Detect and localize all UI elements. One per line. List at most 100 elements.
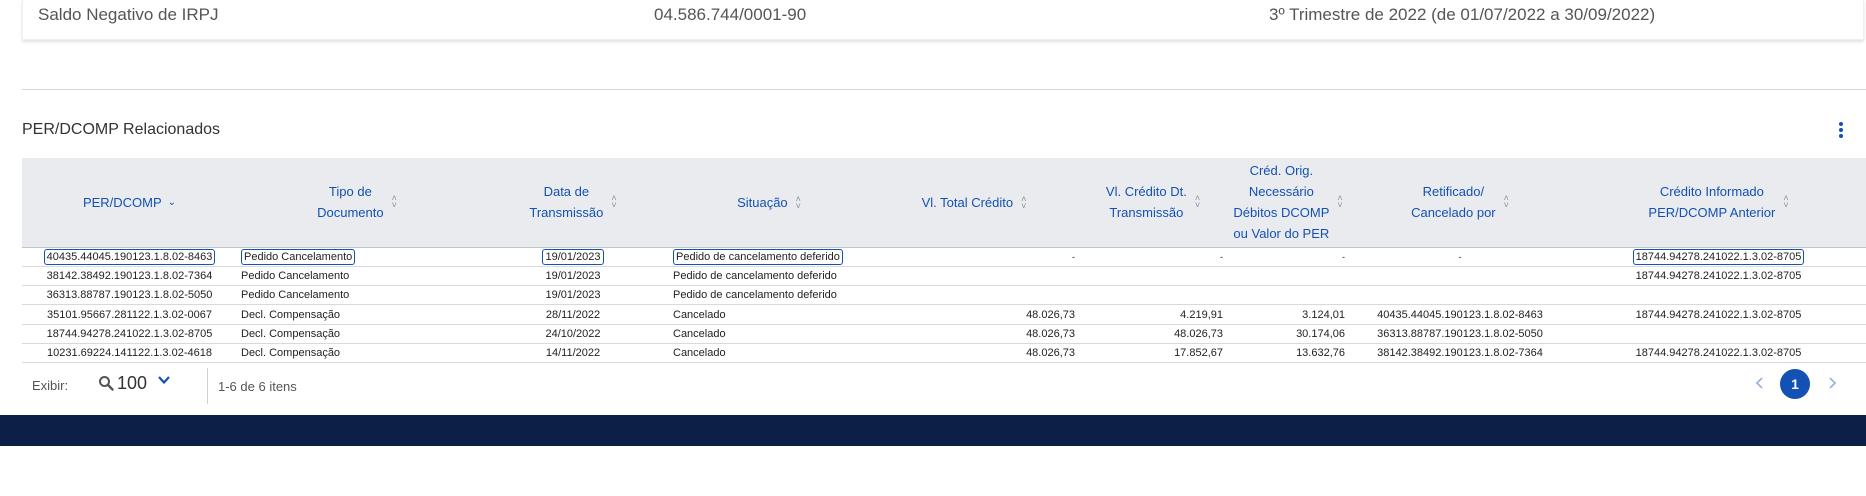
chevron-left-icon[interactable] — [1752, 375, 1768, 391]
col-data-transmissao-cell: 14/11/2022 — [477, 343, 669, 364]
table-footer: Exibir: 100 1-6 de 6 itens 1 — [22, 364, 1866, 408]
sort-icon[interactable]: ˄ ˅ — [1504, 194, 1509, 210]
col-cred-orig-necessario-header[interactable]: Créd. Orig. Necessário Débitos DCOMP ou … — [1227, 158, 1349, 247]
sort-icon[interactable]: ˄ ˅ — [1783, 194, 1788, 210]
col-cred-orig-necessario-cell: 13.632,76 — [1227, 343, 1349, 364]
col-vl-credito-dt-transmissao-cell: 4.219,91 — [1079, 304, 1227, 325]
cell-value[interactable]: 19/01/2023 — [542, 248, 604, 265]
cell-value: Decl. Compensação — [241, 327, 341, 340]
col-retificado-cancelado-header[interactable]: Retificado/ Cancelado por ˄ ˅ — [1349, 158, 1571, 247]
cell-value: 14/11/2022 — [545, 347, 601, 360]
col-perdcomp-cell: 35101.95667.281122.1.3.02-0067 — [22, 304, 237, 325]
col-situacao-cell: Pedido de cancelamento deferido — [669, 285, 869, 306]
col-credito-informado-anterior-cell: 18744.94278.241022.1.3.02-8705 — [1571, 266, 1866, 287]
section-divider — [22, 89, 1866, 90]
chevron-right-icon[interactable] — [1824, 375, 1840, 391]
cell-value: Cancelado — [673, 308, 726, 321]
col-perdcomp-cell: 18744.94278.241022.1.3.02-8705 — [22, 324, 237, 344]
cell-value: Pedido Cancelamento — [241, 289, 350, 302]
col-vl-total-credito-cell: 48.026,73 — [869, 304, 1079, 325]
exibir-label: Exibir: — [32, 378, 69, 393]
cell-value: 17.852,67 — [1174, 347, 1223, 360]
col-situacao-header[interactable]: Situação ˄ ˅ — [669, 158, 869, 247]
kebab-menu-icon[interactable] — [1836, 122, 1846, 140]
sort-icon[interactable]: ˄ ˅ — [392, 194, 397, 210]
col-vl-credito-dt-transmissao-cell: 48.026,73 — [1079, 324, 1227, 344]
col-retificado-cancelado-cell: 38142.38492.190123.1.8.02-7364 — [1349, 343, 1571, 364]
col-vl-total-credito-cell — [869, 285, 1079, 306]
col-vl-credito-dt-transmissao-header[interactable]: Vl. Crédito Dt. Transmissão ˄ ˅ — [1079, 158, 1227, 247]
col-perdcomp-cell: 10231.69224.141122.1.3.02-4618 — [22, 343, 237, 364]
header-label: Retificado/ Cancelado por — [1411, 184, 1496, 221]
chevron-down-icon[interactable] — [157, 373, 171, 387]
cell-value: 18744.94278.241022.1.3.02-8705 — [1635, 269, 1802, 282]
col-situacao-cell: Pedido de cancelamento deferido — [669, 266, 869, 287]
table-row[interactable]: 35101.95667.281122.1.3.02-0067 Decl. Comp… — [22, 304, 1866, 325]
section-title: PER/DCOMP Relacionados — [22, 121, 221, 138]
cell-value: Decl. Compensação — [241, 347, 341, 360]
col-tipo-documento-header[interactable]: Tipo de Documento ˄ ˅ — [237, 158, 477, 247]
col-situacao-cell: Cancelado — [669, 343, 869, 364]
cell-value: 35101.95667.281122.1.3.02-0067 — [47, 308, 212, 321]
perdcomp-table: PER/DCOMP ⌄ Tipo de Documento ˄ ˅ Data de Tra… — [22, 158, 1866, 364]
cell-value: Cancelado — [673, 347, 726, 360]
cell-value: 48.026,73 — [1026, 327, 1075, 340]
col-data-transmissao-cell: 19/01/2023 — [477, 246, 669, 267]
col-perdcomp-cell: 36313.88787.190123.1.8.02-5050 — [22, 285, 237, 306]
table-row[interactable]: 38142.38492.190123.1.8.02-7364 Pedido Can… — [22, 266, 1866, 287]
header-label: Vl. Crédito Dt. Transmissão — [1105, 184, 1187, 221]
credit-type: Saldo Negativo de IRPJ — [38, 5, 219, 24]
cell-value[interactable]: 40435.44045.190123.1.8.02-8463 — [43, 248, 216, 265]
table-row[interactable]: 36313.88787.190123.1.8.02-5050 Pedido Can… — [22, 285, 1866, 306]
page-button-current[interactable]: 1 — [1780, 369, 1810, 399]
cell-value: 19/01/2023 — [545, 289, 601, 302]
cell-value[interactable]: 18744.94278.241022.1.3.02-8705 — [1632, 248, 1805, 265]
col-perdcomp-cell: 40435.44045.190123.1.8.02-8463 — [22, 246, 237, 267]
cell-value: 48.026,73 — [1026, 308, 1075, 321]
cell-value: - — [1072, 251, 1075, 262]
table-row[interactable]: 40435.44045.190123.1.8.02-8463 Pedido Can… — [22, 246, 1866, 267]
sort-icon[interactable]: ˄ ˅ — [1337, 194, 1342, 210]
col-situacao-cell: Cancelado — [669, 304, 869, 325]
col-data-transmissao-cell: 28/11/2022 — [477, 304, 669, 325]
col-vl-total-credito-header[interactable]: Vl. Total Crédito ˄ ˅ — [869, 158, 1079, 247]
cell-value: 24/10/2022 — [545, 327, 601, 340]
col-perdcomp-header[interactable]: PER/DCOMP ⌄ — [22, 158, 237, 247]
cell-value: Decl. Compensação — [241, 308, 341, 321]
col-credito-informado-anterior-header[interactable]: Crédito Informado PER/DCOMP Anterior ˄ ˅ — [1571, 158, 1866, 247]
col-credito-informado-anterior-cell — [1571, 285, 1866, 306]
cell-value: 36313.88787.190123.1.8.02-5050 — [46, 289, 213, 302]
header-label: PER/DCOMP — [82, 195, 162, 211]
cell-value: 36313.88787.190123.1.8.02-5050 — [1377, 327, 1543, 340]
footer-band — [0, 415, 1866, 446]
cell-value: - — [1342, 251, 1345, 262]
header-label: Data de Transmissão — [529, 184, 604, 221]
col-cred-orig-necessario-cell: 30.174,06 — [1227, 324, 1349, 344]
col-tipo-documento-cell: Decl. Compensação — [237, 324, 477, 344]
cell-value: Pedido de cancelamento deferido — [673, 289, 837, 302]
cell-value: 38142.38492.190123.1.8.02-7364 — [1377, 347, 1543, 360]
per-page-select[interactable]: 100 — [117, 373, 147, 394]
sort-desc-icon[interactable]: ⌄ — [168, 192, 176, 213]
table-row[interactable]: 18744.94278.241022.1.3.02-8705 Decl. Comp… — [22, 324, 1866, 344]
cell-value: 18744.94278.241022.1.3.02-8705 — [46, 327, 213, 340]
cell-value[interactable]: Pedido Cancelamento — [241, 248, 356, 265]
col-vl-credito-dt-transmissao-cell — [1079, 266, 1227, 287]
col-vl-credito-dt-transmissao-cell: 17.852,67 — [1079, 343, 1227, 364]
sort-icon[interactable]: ˄ ˅ — [1021, 194, 1026, 210]
col-credito-informado-anterior-cell: 18744.94278.241022.1.3.02-8705 — [1571, 343, 1866, 364]
cell-value: - — [1458, 251, 1462, 262]
cell-value: 3.124,01 — [1302, 308, 1345, 321]
col-retificado-cancelado-cell — [1349, 285, 1571, 306]
sort-icon[interactable]: ˄ ˅ — [796, 194, 801, 210]
col-data-transmissao-cell: 19/01/2023 — [477, 266, 669, 287]
col-data-transmissao-header[interactable]: Data de Transmissão ˄ ˅ — [477, 158, 669, 247]
table-row[interactable]: 10231.69224.141122.1.3.02-4618 Decl. Comp… — [22, 343, 1866, 364]
period-value: 3º Trimestre de 2022 (de 01/07/2022 a 30… — [1269, 5, 1656, 24]
cell-value: 18744.94278.241022.1.3.02-8705 — [1635, 308, 1802, 321]
col-cred-orig-necessario-cell: - — [1227, 246, 1349, 267]
sort-icon[interactable]: ˄ ˅ — [611, 194, 616, 210]
cell-value[interactable]: Pedido de cancelamento deferido — [673, 248, 843, 265]
sort-icon[interactable]: ˄ ˅ — [1195, 194, 1200, 210]
perdcomp-table-container: PER/DCOMP ⌄ Tipo de Documento ˄ ˅ Data de Tra… — [22, 158, 1866, 364]
